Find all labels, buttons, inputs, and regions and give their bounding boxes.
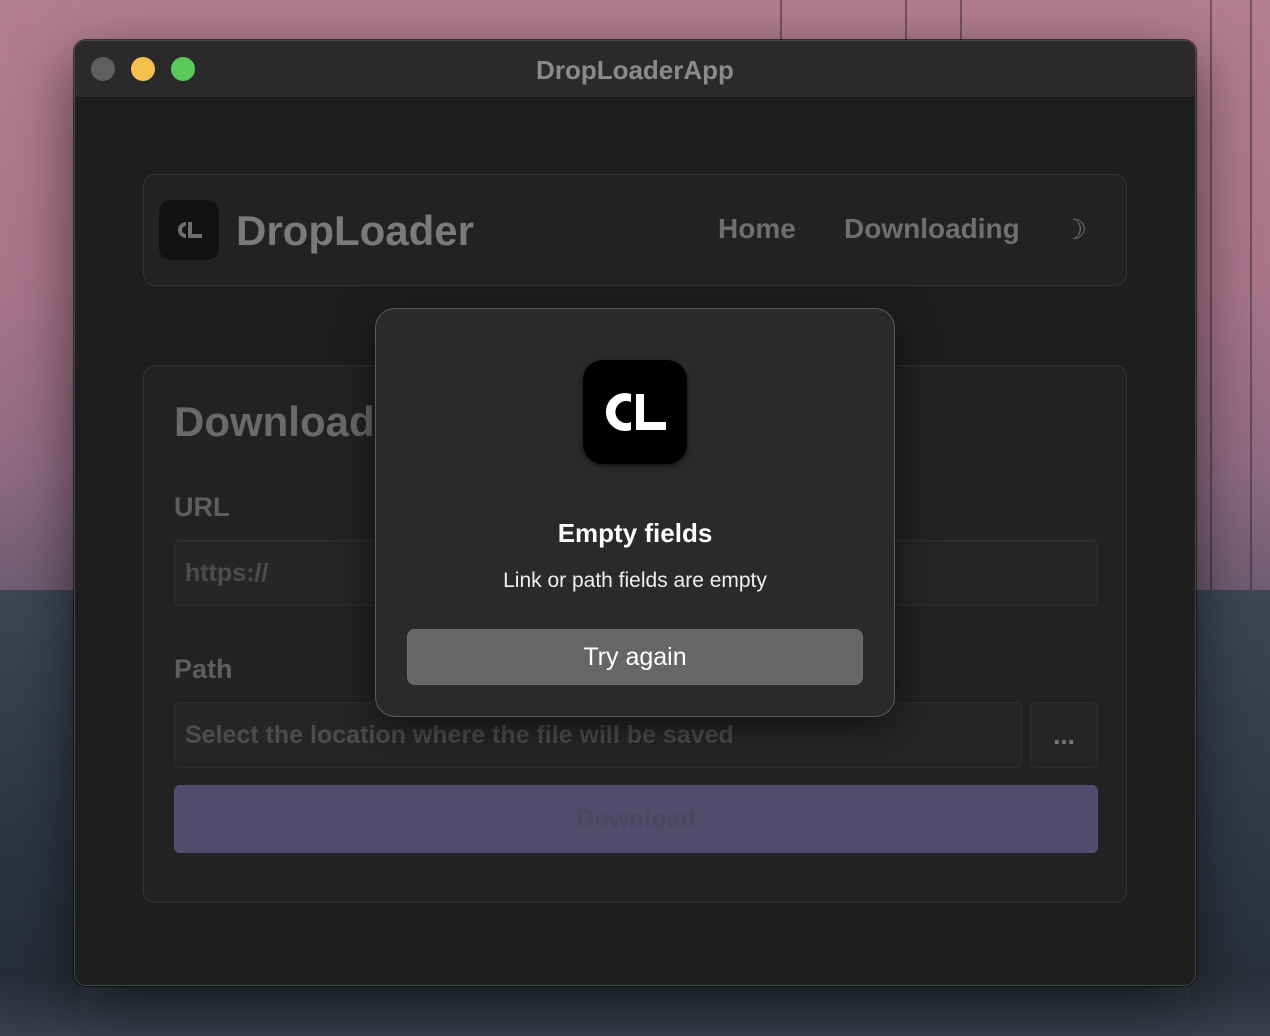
- app-logo-icon: [159, 200, 219, 260]
- droploader-logo-glyph: [605, 393, 666, 431]
- desktop-wallpaper-right: [1190, 590, 1270, 1036]
- nav-home-link[interactable]: Home: [718, 213, 796, 245]
- try-again-button[interactable]: Try again: [407, 629, 863, 685]
- bridge-cable: [1210, 0, 1212, 600]
- nav-downloading-link[interactable]: Downloading: [844, 213, 1020, 245]
- bridge-cable: [1250, 0, 1252, 600]
- header-bar: DropLoader Home Downloading ☽: [143, 174, 1127, 286]
- alert-message: Link or path fields are empty: [503, 569, 767, 592]
- title-bar[interactable]: DropLoaderApp: [75, 41, 1195, 98]
- alert-title: Empty fields: [557, 518, 713, 548]
- browse-path-button[interactable]: ...: [1030, 702, 1098, 768]
- desktop-wallpaper-left: [0, 590, 80, 1036]
- path-label: Path: [174, 654, 233, 684]
- form-title: Download: [174, 398, 375, 445]
- window-title: DropLoaderApp: [536, 55, 734, 85]
- empty-fields-alert-dialog: Empty fields Link or path fields are emp…: [375, 308, 895, 717]
- droploader-logo-icon: [583, 360, 687, 464]
- brand-name: DropLoader: [236, 207, 475, 254]
- theme-toggle-moon-icon[interactable]: ☽: [1062, 213, 1087, 246]
- download-button[interactable]: Download: [174, 785, 1098, 853]
- droploader-logo-icon: [178, 222, 202, 238]
- url-label: URL: [174, 492, 230, 522]
